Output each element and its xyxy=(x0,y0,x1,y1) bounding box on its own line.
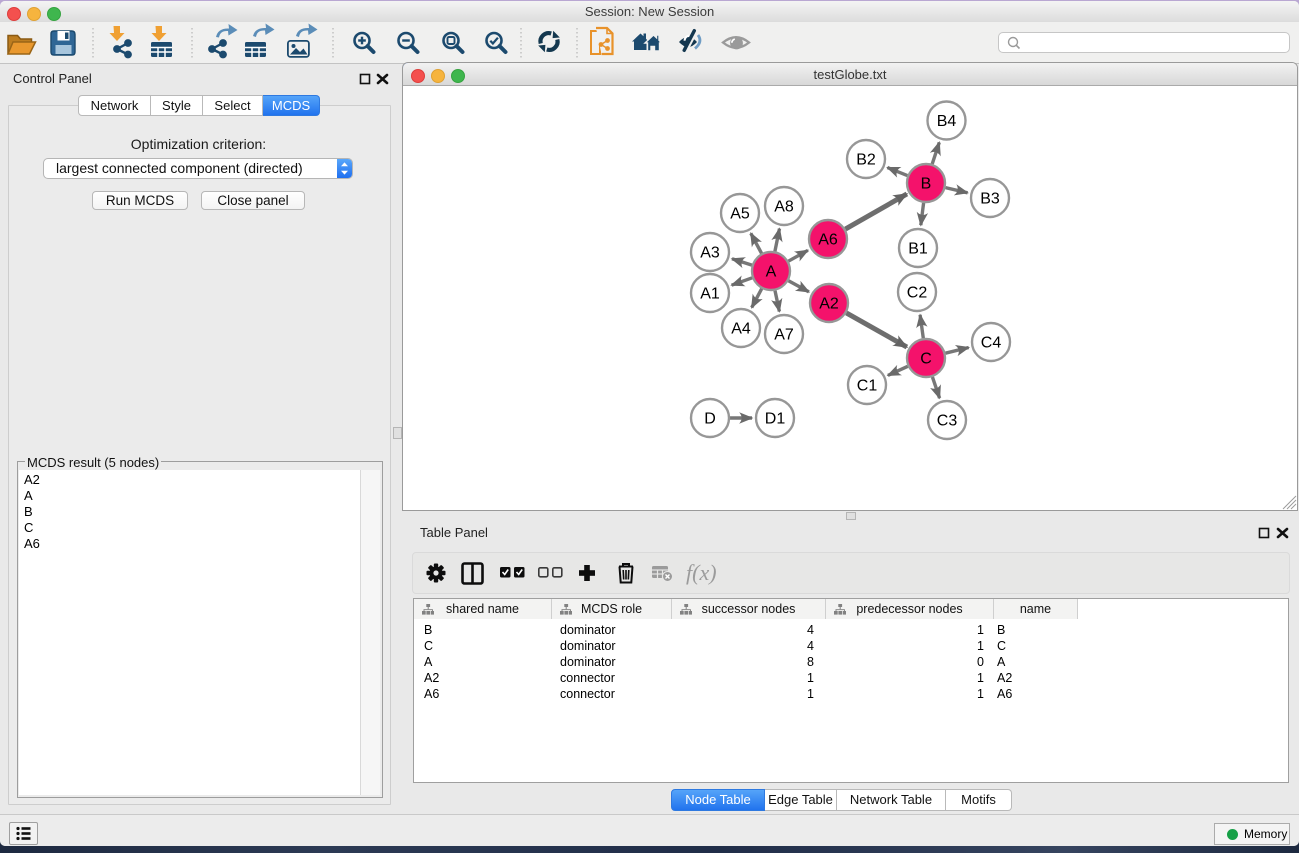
svg-text:A3: A3 xyxy=(700,245,720,262)
svg-text:A6: A6 xyxy=(818,232,838,249)
svg-text:C: C xyxy=(920,351,932,368)
svg-text:f(x): f(x) xyxy=(686,560,717,585)
svg-text:C2: C2 xyxy=(907,285,928,302)
svg-text:B2: B2 xyxy=(856,152,876,169)
svg-text:A5: A5 xyxy=(730,206,750,223)
svg-text:A8: A8 xyxy=(774,199,794,216)
svg-text:D: D xyxy=(704,411,716,428)
svg-text:A7: A7 xyxy=(774,327,794,344)
svg-text:A1: A1 xyxy=(700,286,720,303)
svg-text:D1: D1 xyxy=(765,411,786,428)
svg-text:C3: C3 xyxy=(937,413,958,430)
svg-text:A2: A2 xyxy=(819,296,839,313)
svg-text:B3: B3 xyxy=(980,191,1000,208)
svg-text:B: B xyxy=(921,176,932,193)
svg-text:C4: C4 xyxy=(981,335,1002,352)
svg-text:B1: B1 xyxy=(908,241,928,258)
svg-text:C1: C1 xyxy=(857,378,878,395)
svg-text:A: A xyxy=(766,264,777,281)
svg-text:B4: B4 xyxy=(937,113,957,130)
svg-text:A4: A4 xyxy=(731,321,751,338)
